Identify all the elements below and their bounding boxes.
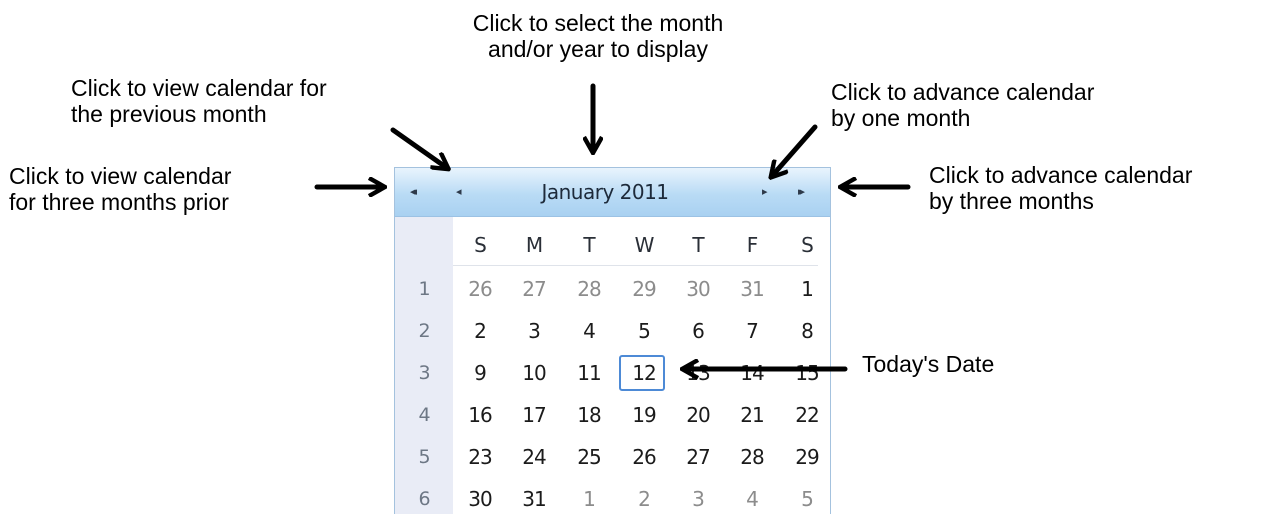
arrow-to-previous-month [390, 127, 447, 168]
arrow-to-next-month [772, 124, 818, 176]
annotation-arrows [314, 83, 911, 514]
